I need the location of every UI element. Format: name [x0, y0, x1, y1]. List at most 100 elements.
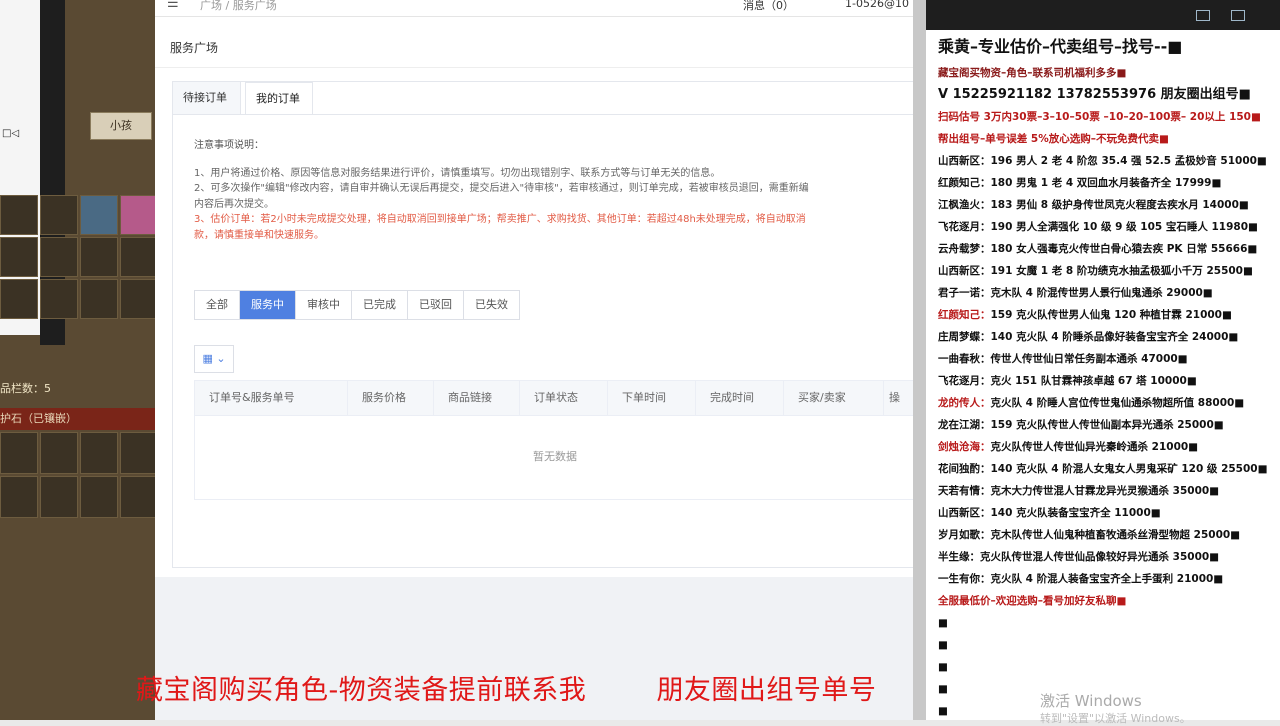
- tab-underline: [173, 114, 913, 115]
- listing-text: 克火队传世人传世仙异光秦岭通杀 21000■: [990, 441, 1199, 453]
- listing-text: 140 克火队装备宝宝齐全 11000■: [990, 507, 1161, 519]
- list-item: 龙在江湖：159 克火队传世人传世仙副本异光通杀 25000■: [938, 414, 1280, 436]
- inventory-slot[interactable]: [0, 237, 38, 277]
- advert-list: 藏宝阁买物资–角色–联系司机福利多多■ V 15225921182 1378255…: [938, 62, 1280, 720]
- game-tab-child[interactable]: 小孩: [90, 112, 152, 140]
- status-filter-group: 全部 服务中 审核中 已完成 已驳回 已失效: [194, 290, 520, 320]
- stone-slot[interactable]: [0, 476, 38, 518]
- listing-text: 196 男人 2 老 4 阶忽 35.4 强 52.5 孟极妙音 51000■: [990, 155, 1267, 167]
- inventory-slot[interactable]: [40, 195, 78, 235]
- server-name: 山西新区：: [938, 265, 991, 277]
- window-divider: [913, 0, 926, 720]
- inventory-slot[interactable]: [40, 279, 78, 319]
- stone-slot[interactable]: [80, 476, 118, 518]
- filter-all[interactable]: 全部: [195, 291, 240, 319]
- inventory-slot[interactable]: [0, 195, 38, 235]
- list-item: 君子一诺：克木队 4 阶混传世男人景行仙鬼通杀 29000■: [938, 282, 1280, 304]
- column-settings-button[interactable]: ▦ ⌄: [194, 345, 234, 373]
- messages-link[interactable]: 消息（0）: [743, 0, 794, 13]
- listing-text: 克火队 4 阶睡人宫位传世鬼仙通杀物超所值 88000■: [990, 397, 1245, 409]
- window-icon[interactable]: [1196, 10, 1210, 21]
- grid-icon: ▦: [202, 352, 213, 365]
- window-icon[interactable]: [1231, 10, 1245, 21]
- windows-watermark-sub: 转到"设置"以激活 Windows。: [1040, 712, 1191, 725]
- stone-slot[interactable]: [120, 476, 155, 518]
- col-buyer-seller[interactable]: 买家/卖家: [784, 381, 884, 415]
- listing-text: 190 男人全满强化 10 级 9 级 105 宝石睡人 11980■: [990, 221, 1258, 233]
- list-item: ■: [938, 656, 1280, 678]
- caption-left: 藏宝阁购买角色-物资装备提前联系我: [136, 675, 587, 706]
- stone-slot[interactable]: [80, 432, 118, 474]
- list-item: 山西新区：140 克火队装备宝宝齐全 11000■: [938, 502, 1280, 524]
- inventory-slot[interactable]: [120, 237, 155, 277]
- listing-text: 191 女魔 1 老 8 阶功绩克水抽孟极狐小千万 25500■: [990, 265, 1253, 277]
- listing-text: 帮出组号–单号误差 5%放心选购–不玩免费代卖■: [938, 133, 1169, 145]
- tab-pending-orders[interactable]: 待接订单: [173, 82, 241, 114]
- stone-slot[interactable]: [40, 432, 78, 474]
- notice-item-warning: 款，请慎重接单和快速服务。: [194, 229, 324, 241]
- list-item: 云舟载梦：180 女人强毒克火传世白骨心猿去疾 PK 日常 55666■: [938, 238, 1280, 260]
- list-item: 山西新区：191 女魔 1 老 8 阶功绩克水抽孟极狐小千万 25500■: [938, 260, 1280, 282]
- listing-text: 克木队传世人仙鬼种植畜牧通杀丝滑型物超 25000■: [990, 529, 1241, 541]
- stone-slot[interactable]: [0, 432, 38, 474]
- listing-text: ■: [938, 683, 948, 695]
- stone-grid: [0, 432, 155, 518]
- list-item: 红颜知己：180 男鬼 1 老 4 双回血水月装备齐全 17999■: [938, 172, 1280, 194]
- filter-rejected[interactable]: 已驳回: [408, 291, 464, 319]
- col-order-number[interactable]: 订单号&服务单号: [195, 381, 348, 415]
- page-content: 服务广场 待接订单 我的订单 注意事项说明： 1、用户将通过价格、原因等信息对服…: [155, 17, 913, 577]
- gem-item-icon[interactable]: [80, 195, 118, 235]
- listing-text: ■: [938, 639, 948, 651]
- server-name: 剑烛沧海：: [938, 441, 991, 453]
- server-name: 庄周梦蝶：: [938, 331, 991, 343]
- inventory-slot[interactable]: [80, 279, 118, 319]
- col-order-status[interactable]: 订单状态: [520, 381, 608, 415]
- empty-state: 暂无数据: [533, 450, 577, 463]
- account-menu[interactable]: 1-0526@10: [845, 0, 909, 10]
- service-app: ☰ 广场 / 服务广场 消息（0） 1-0526@10 服务广场 待接订单 我的…: [155, 0, 913, 720]
- col-order-time[interactable]: 下单时间: [608, 381, 696, 415]
- inventory-slot[interactable]: [120, 279, 155, 319]
- stone-slot[interactable]: [120, 432, 155, 474]
- menu-icon[interactable]: ☰: [167, 0, 179, 11]
- chevron-down-icon: ⌄: [216, 352, 226, 365]
- list-item: 一生有你：克火队 4 阶混人装备宝宝齐全上手蛋利 21000■: [938, 568, 1280, 590]
- server-name: 一曲春秋：: [938, 353, 991, 365]
- list-item: 剑烛沧海：克火队传世人传世仙异光秦岭通杀 21000■: [938, 436, 1280, 458]
- col-complete-time[interactable]: 完成时间: [696, 381, 784, 415]
- listing-text: 159 克火队传世人传世仙副本异光通杀 25000■: [990, 419, 1224, 431]
- col-actions[interactable]: 操: [884, 381, 913, 415]
- server-name: 山西新区：: [938, 155, 991, 167]
- server-name: 江枫渔火：: [938, 199, 991, 211]
- stone-slot[interactable]: [40, 476, 78, 518]
- filter-reviewing[interactable]: 审核中: [296, 291, 352, 319]
- server-name: 君子一诺：: [938, 287, 991, 299]
- inventory-slot[interactable]: [0, 279, 38, 319]
- listing-text: 克木大力传世混人甘霖龙异光灵猴通杀 35000■: [990, 485, 1220, 497]
- server-name: 岁月如歌：: [938, 529, 991, 541]
- panel-header: [926, 0, 1280, 30]
- list-item: ■: [938, 612, 1280, 634]
- inventory-slot[interactable]: [40, 237, 78, 277]
- filter-in-service[interactable]: 服务中: [240, 291, 296, 319]
- tab-my-orders[interactable]: 我的订单: [245, 82, 313, 114]
- device-icon: □◁: [2, 128, 20, 139]
- notice-section: 注意事项说明： 1、用户将通过价格、原因等信息对服务结果进行评价，请慎重填写。切…: [194, 138, 913, 243]
- list-item: 红颜知己：159 克火队传世男人仙鬼 120 种植甘霖 21000■: [938, 304, 1280, 326]
- filter-expired[interactable]: 已失效: [464, 291, 519, 319]
- col-service-price[interactable]: 服务价格: [348, 381, 434, 415]
- heart-item-icon[interactable]: [120, 195, 155, 235]
- inventory-slot[interactable]: [80, 237, 118, 277]
- listing-text: 扫码估号 3万内30票–3–10–50票 –10–20–100票– 20以上 1…: [938, 111, 1261, 123]
- listing-text: ■: [938, 705, 948, 717]
- notice-heading: 注意事项说明：: [194, 140, 264, 151]
- server-name: 云舟载梦：: [938, 243, 991, 255]
- listing-text: 克火队传世混人传世仙品像较好异光通杀 35000■: [980, 551, 1220, 563]
- listing-text: 克火队 4 阶混人装备宝宝齐全上手蛋利 21000■: [990, 573, 1224, 585]
- notice-item: 2、可多次操作"编辑"修改内容，请自审并确认无误后再提交，提交后进入"待审核"，…: [194, 183, 809, 194]
- page-title: 服务广场: [170, 41, 219, 55]
- filter-completed[interactable]: 已完成: [352, 291, 408, 319]
- col-product-link[interactable]: 商品链接: [434, 381, 520, 415]
- orders-table: 订单号&服务单号 服务价格 商品链接 订单状态 下单时间 完成时间 买家/卖家 …: [194, 380, 913, 500]
- listing-text: V 15225921182 13782553976 朋友圈出组号■: [938, 87, 1251, 102]
